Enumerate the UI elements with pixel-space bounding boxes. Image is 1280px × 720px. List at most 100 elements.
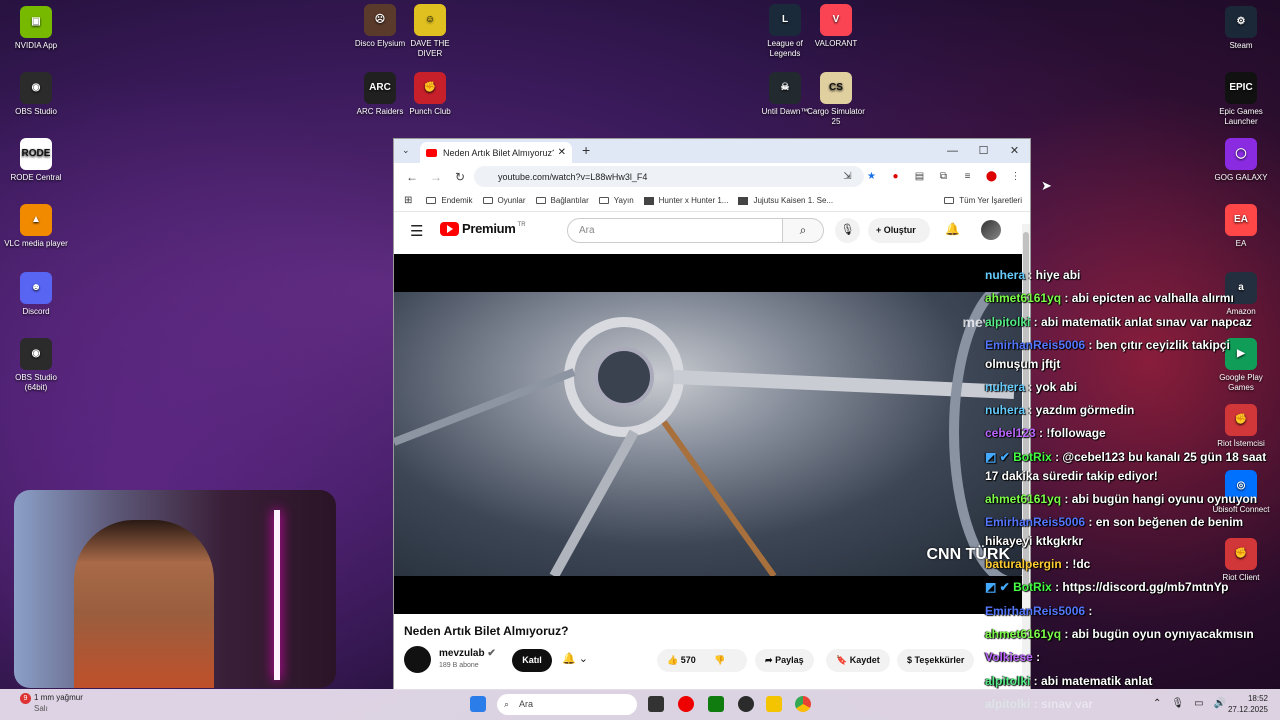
subscriber-count: 189 B abone xyxy=(439,662,479,669)
join-button[interactable]: Katıl xyxy=(512,649,552,672)
file-explorer-icon[interactable] xyxy=(766,696,782,712)
volume-icon[interactable]: 🔊 xyxy=(1214,698,1226,709)
xbox-icon[interactable] xyxy=(708,696,724,712)
bookmark-label: Endemik xyxy=(441,196,473,205)
desktop-icon-obs[interactable]: ◉ OBS Studio xyxy=(4,72,68,117)
channel-avatar[interactable] xyxy=(404,646,431,673)
obs-taskbar-icon[interactable] xyxy=(738,696,754,712)
network-icon[interactable]: ▭ xyxy=(1194,698,1203,709)
desktop-icon-dave[interactable]: ☺ DAVE THE DIVER xyxy=(398,4,462,59)
microphone-tray-icon[interactable]: 🎙 xyxy=(1171,698,1184,709)
tray-chevron-icon[interactable]: ⌃ xyxy=(1153,698,1161,709)
tab-youtube[interactable]: Neden Artık Bilet Almıyoruz? - ✕ xyxy=(420,142,572,163)
bookmark-item[interactable]: Oyunlar xyxy=(482,196,526,205)
save-label: Kaydet xyxy=(849,655,880,665)
chat-message: baturalpergin : !dc xyxy=(985,553,1280,576)
all-bookmarks[interactable]: Tüm Yer İşaretleri xyxy=(944,196,1022,205)
clock[interactable]: 18:52 27.12.2025 xyxy=(1228,693,1268,715)
chat-message: Volkiese : xyxy=(985,646,1280,669)
desktop-icon-valorant[interactable]: V VALORANT xyxy=(804,4,868,49)
opera-extension-icon[interactable]: ● xyxy=(887,168,904,185)
desktop-icon-steam[interactable]: ⚙ Steam xyxy=(1209,6,1273,51)
chat-username: BotRix xyxy=(1013,449,1052,464)
share-button[interactable]: ➦ Paylaş xyxy=(755,649,814,672)
tab-search-icon[interactable]: ⌄ xyxy=(402,145,410,156)
desktop-icon-nvidia[interactable]: ▣ NVIDIA App xyxy=(4,6,68,51)
desktop-icon-epic[interactable]: EPIC Epic Games Launcher xyxy=(1209,72,1273,127)
bookmark-item[interactable]: Hunter x Hunter 1... xyxy=(643,196,729,205)
install-app-icon[interactable]: ⇲ xyxy=(839,168,856,185)
tab-close-icon[interactable]: ✕ xyxy=(558,147,566,158)
spoke xyxy=(661,420,777,576)
chrome-taskbar-icon[interactable] xyxy=(795,696,811,712)
chat-message: EmirhanReis5006 : ben çıtır ceyizlik tak… xyxy=(985,334,1280,376)
thanks-button[interactable]: $ Teşekkürler xyxy=(897,649,975,672)
notifications-bell-icon[interactable]: 🔔 xyxy=(945,222,960,236)
chrome-menu-icon[interactable]: ⋮ xyxy=(1007,168,1024,185)
close-button[interactable]: ✕ xyxy=(999,139,1030,163)
bookmark-label: Hunter x Hunter 1... xyxy=(658,196,729,205)
url-field[interactable]: youtube.com/watch?v=L88wHw3l_F4 xyxy=(474,166,864,187)
video-info: Neden Artık Bilet Almıyoruz? mevzulab ✔ … xyxy=(394,614,1024,689)
task-view-icon[interactable] xyxy=(648,696,664,712)
extensions-puzzle-icon[interactable]: ⧉ xyxy=(935,168,952,185)
chat-text: : abi epicten ac valhalla alırmı xyxy=(1061,291,1234,306)
desktop-icon-punch[interactable]: ✊ Punch Club xyxy=(398,72,462,117)
bookmark-item[interactable]: Yayın xyxy=(598,196,634,205)
chat-message: nuhera : yazdım görmedin xyxy=(985,399,1280,422)
profile-icon[interactable]: ⬤ xyxy=(983,168,1000,185)
folder-icon xyxy=(598,197,609,204)
extensions-row: ⇲ ★ ● ▤ ⧉ ≡ ⬤ ⋮ xyxy=(839,168,1024,185)
new-tab-button[interactable]: + xyxy=(582,142,590,158)
obs64-icon: ◉ xyxy=(20,338,52,370)
folder-icon xyxy=(944,197,955,204)
create-button[interactable]: + Oluştur xyxy=(868,218,930,243)
reload-button[interactable]: ↻ xyxy=(448,170,472,184)
start-windows-icon[interactable] xyxy=(470,696,486,712)
dave-icon: ☺ xyxy=(414,4,446,36)
chat-username: ahmet6161yq xyxy=(985,291,1062,306)
desktop-icon-cargo[interactable]: CS Cargo Simulator 25 xyxy=(804,72,868,127)
channel-name[interactable]: mevzulab ✔ xyxy=(439,648,496,659)
bot-badge-icon: ◩ ✔ xyxy=(985,449,1014,464)
weather-widget[interactable]: 91 mm yağmur Salı xyxy=(20,693,83,714)
forward-button[interactable]: → xyxy=(424,170,448,184)
bookmark-list: Endemik Oyunlar Bağlantılar Yayın Hunter x H… xyxy=(426,196,843,205)
desktop-icon-label: Cargo Simulator 25 xyxy=(807,107,865,126)
bookmark-item[interactable]: Jujutsu Kaisen 1. Se... xyxy=(738,196,833,205)
taskbar-search[interactable]: ⌕ Ara xyxy=(497,694,637,715)
thumbs-down-icon[interactable]: 👎 xyxy=(714,655,725,665)
bookmark-item[interactable]: Bağlantılar xyxy=(535,196,589,205)
opera-gx-icon[interactable] xyxy=(678,696,694,712)
desktop-icon-vlc[interactable]: ▲ VLC media player xyxy=(4,204,68,249)
bookmark-item[interactable]: Endemik xyxy=(426,196,473,205)
maximize-button[interactable]: ☐ xyxy=(968,139,999,163)
bookmark-label: Oyunlar xyxy=(497,196,526,205)
minimize-button[interactable]: — xyxy=(937,139,968,163)
apps-grid-icon[interactable]: ⊞ xyxy=(404,195,412,206)
account-avatar[interactable] xyxy=(981,220,1001,240)
desktop-icon-obs64[interactable]: ◉ OBS Studio (64bit) xyxy=(4,338,68,393)
spoke xyxy=(549,429,639,576)
bookmark-star-icon[interactable]: ★ xyxy=(863,168,880,185)
desktop-icon-gog[interactable]: ◯ GOG GALAXY xyxy=(1209,138,1273,183)
save-button[interactable]: 🔖 Kaydet xyxy=(826,649,890,672)
like-button[interactable]: 👍 570 👎 xyxy=(657,649,747,672)
search-input[interactable]: Ara xyxy=(567,218,783,243)
obs-icon: ◉ xyxy=(20,72,52,104)
spoke xyxy=(394,368,576,446)
desktop-icon-rode[interactable]: RODE RODE Central xyxy=(4,138,68,183)
search-button[interactable]: ⌕ xyxy=(783,218,824,243)
youtube-logo[interactable]: Premium TR xyxy=(440,221,526,236)
hamburger-menu-icon[interactable]: ☰ xyxy=(410,222,423,240)
video-player[interactable]: mevzu. CNN TÜRK xyxy=(394,254,1024,614)
subscribe-bell-icon[interactable]: 🔔 ⌄ xyxy=(562,652,588,665)
chat-username: ahmet6161yq xyxy=(985,491,1062,506)
desktop-icon-ea[interactable]: EA EA xyxy=(1209,204,1273,249)
back-button[interactable]: ← xyxy=(400,170,424,184)
chat-message: ◩ ✔ BotRix : @cebel123 bu kanalı 25 gün … xyxy=(985,446,1280,488)
reader-extension-icon[interactable]: ▤ xyxy=(911,168,928,185)
desktop-icon-discord[interactable]: ☻ Discord xyxy=(4,272,68,317)
media-controls-icon[interactable]: ≡ xyxy=(959,168,976,185)
voice-search-button[interactable]: 🎙 xyxy=(835,218,860,243)
